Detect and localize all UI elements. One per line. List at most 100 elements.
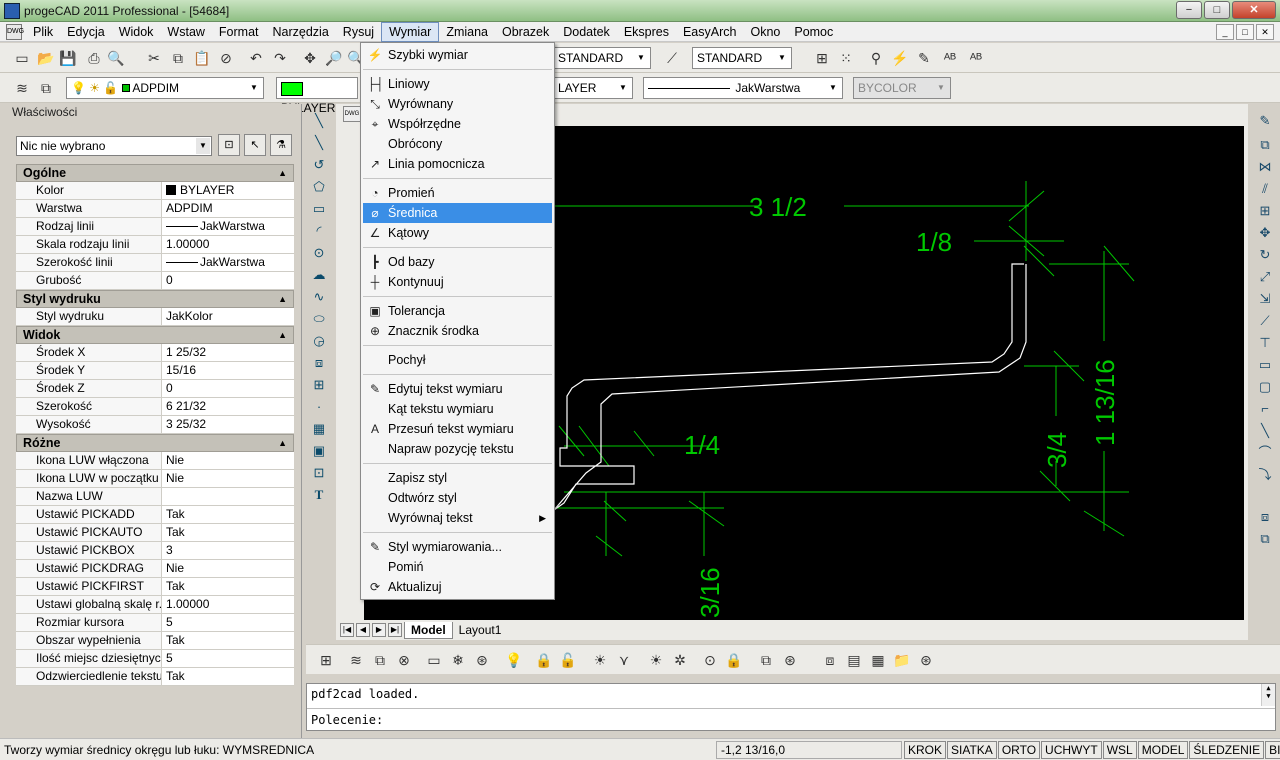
property-row[interactable]: Środek Y 15/16 <box>16 362 294 380</box>
menu-item-pomin[interactable]: Pomiń <box>363 557 552 577</box>
menu-item-srednica[interactable]: ⌀ Średnica <box>363 203 552 223</box>
open-file-icon[interactable]: 📂 <box>36 48 56 68</box>
region-icon[interactable]: ▣ <box>309 442 329 460</box>
property-value[interactable]: BYLAYER <box>162 182 294 199</box>
xref-icon[interactable]: ⧈ <box>820 650 840 670</box>
status-toggle-siatka[interactable]: SIATKA <box>947 741 997 759</box>
linetype-select[interactable]: LAYER ▼ <box>553 77 633 99</box>
property-row[interactable]: Ustawić PICKFIRST Tak <box>16 578 294 596</box>
drawing-doc-icon[interactable]: DWG <box>343 106 361 122</box>
image-icon[interactable]: ▤ <box>844 650 864 670</box>
menu-item-aktualizuj[interactable]: ⟳ Aktualizuj <box>363 577 552 597</box>
property-row[interactable]: Rozmiar kursora 5 <box>16 614 294 632</box>
move-icon[interactable]: ✥ <box>1255 224 1275 242</box>
doc-close-button[interactable]: ✕ <box>1256 24 1274 40</box>
property-row[interactable]: Ustawić PICKDRAG Nie <box>16 560 294 578</box>
selection-select[interactable]: Nic nie wybrano ▼ <box>16 136 212 156</box>
status-toggle-model[interactable]: MODEL <box>1137 741 1189 759</box>
menu-item-kontynuuj[interactable]: ┼ Kontynuuj <box>363 272 552 292</box>
property-value[interactable]: Nie <box>162 452 294 469</box>
insert-block-icon[interactable]: ⧈ <box>309 354 329 372</box>
menu-widok[interactable]: Widok <box>112 22 161 42</box>
document-icon[interactable]: DWG <box>6 24 24 40</box>
redo-icon[interactable]: ↷ <box>270 48 290 68</box>
menu-item-zapisz-styl[interactable]: Zapisz styl <box>363 468 552 488</box>
property-value[interactable]: 1.00000 <box>162 596 294 613</box>
lightning-icon[interactable]: ⚡ <box>890 48 910 68</box>
status-toggle-biegun[interactable]: BIEGUN <box>1265 741 1280 759</box>
arc-icon[interactable]: ◜ <box>309 222 329 240</box>
prev-tab-icon[interactable]: ◀ <box>356 623 370 637</box>
status-toggle-wsl[interactable]: WSL <box>1102 741 1137 759</box>
menu-pomoc[interactable]: Pomoc <box>787 22 840 42</box>
ellipse-arc-icon[interactable]: ◶ <box>309 332 329 350</box>
polyline-icon[interactable]: ↺ <box>309 156 329 174</box>
layer-unlock-icon[interactable]: 🔓 <box>558 650 578 670</box>
spline-icon[interactable]: ∿ <box>309 288 329 306</box>
collapse-icon[interactable]: ▲ <box>278 327 287 343</box>
menu-format[interactable]: Format <box>212 22 266 42</box>
cloud-icon[interactable]: ☁ <box>309 266 329 284</box>
property-row[interactable]: Rodzaj linii JakWarstwa <box>16 218 294 236</box>
collapse-icon[interactable]: ▲ <box>278 291 287 307</box>
extend-icon[interactable]: ▭ <box>1255 356 1275 374</box>
print-preview-icon[interactable]: 🔍 <box>106 48 126 68</box>
next-tab-icon[interactable]: ▶ <box>372 623 386 637</box>
dim-style-icon[interactable]: ⟋ <box>662 48 682 68</box>
property-row[interactable]: Odzwierciedlenie tekstu Tak <box>16 668 294 686</box>
erase-icon[interactable]: ✎ <box>1255 112 1275 130</box>
menu-item-wyrownany[interactable]: ⤡ Wyrównany <box>363 94 552 114</box>
property-row[interactable]: Wysokość 3 25/32 <box>16 416 294 434</box>
layer-merge-icon[interactable]: ⊛ <box>780 650 800 670</box>
tab-model[interactable]: Model <box>404 621 453 639</box>
property-value[interactable]: 5 <box>162 614 294 631</box>
layer-delete-icon[interactable]: ⧉ <box>756 650 776 670</box>
section-header[interactable]: Ogólne ▲ <box>16 164 294 182</box>
ray-icon[interactable]: ╲ <box>309 134 329 152</box>
property-value[interactable]: JakWarstwa <box>162 254 294 271</box>
trim-icon[interactable]: ⊤ <box>1255 334 1275 352</box>
layer-freeze-icon[interactable]: ❄ <box>448 650 468 670</box>
property-row[interactable]: Grubość 0 <box>16 272 294 290</box>
edit-polyline-icon[interactable]: ⤵ <box>1255 466 1275 484</box>
grid-icon[interactable]: ⁙ <box>836 48 856 68</box>
command-prompt[interactable]: Polecenie: <box>311 713 383 727</box>
lock-all-icon[interactable]: ⊙ <box>700 650 720 670</box>
property-row[interactable]: Szerokość linii JakWarstwa <box>16 254 294 272</box>
select-objects-icon[interactable]: ↖ <box>244 134 266 156</box>
property-row[interactable]: Szerokość 6 21/32 <box>16 398 294 416</box>
menu-item-styl-wymiarowania[interactable]: ✎ Styl wymiarowania... <box>363 537 552 557</box>
property-value[interactable]: 3 <box>162 542 294 559</box>
property-row[interactable]: Ikona LUW włączona Nie <box>16 452 294 470</box>
menu-item-katowy[interactable]: ∠ Kątowy <box>363 223 552 243</box>
menu-zmiana[interactable]: Zmiana <box>439 22 495 42</box>
menu-item-liniowy[interactable]: ├┤ Liniowy <box>363 74 552 94</box>
menu-item-szybki-wymiar[interactable]: ⚡ Szybki wymiar <box>363 45 552 65</box>
menu-item-tolerancja[interactable]: ▣ Tolerancja <box>363 301 552 321</box>
hatch-icon[interactable]: ▦ <box>309 420 329 438</box>
menu-okno[interactable]: Okno <box>743 22 787 42</box>
minimize-button[interactable]: − <box>1176 1 1202 19</box>
property-row[interactable]: Skala rodzaju linii 1.00000 <box>16 236 294 254</box>
property-value[interactable] <box>162 488 294 505</box>
point-icon[interactable]: · <box>309 398 329 416</box>
mirror-icon[interactable]: ⋈ <box>1255 158 1275 176</box>
property-row[interactable]: Warstwa ADPDIM <box>16 200 294 218</box>
menu-edycja[interactable]: Edycja <box>60 22 112 42</box>
property-value[interactable]: JakKolor <box>162 308 294 325</box>
property-row[interactable]: Styl wydruku JakKolor <box>16 308 294 326</box>
property-value[interactable]: ADPDIM <box>162 200 294 217</box>
all-on-icon[interactable]: ☀ <box>646 650 666 670</box>
thaw-all-icon[interactable]: ☀ <box>590 650 610 670</box>
menu-dodatek[interactable]: Dodatek <box>556 22 617 42</box>
maximize-button[interactable]: □ <box>1204 1 1230 19</box>
app-icon[interactable] <box>4 3 20 19</box>
menu-item-znacznik-srodka[interactable]: ⊕ Znacznik środka <box>363 321 552 341</box>
status-toggle-orto[interactable]: ORTO <box>997 741 1041 759</box>
object-props-icon[interactable]: ⧈ <box>1255 508 1275 526</box>
new-file-icon[interactable]: ▭ <box>12 48 32 68</box>
lineweight-select[interactable]: JakWarstwa ▼ <box>643 77 843 99</box>
copy-object-icon[interactable]: ⧉ <box>1255 136 1275 154</box>
property-row[interactable]: Ustawi globalną skalę r... 1.00000 <box>16 596 294 614</box>
folder-icon[interactable]: 📁 <box>892 650 912 670</box>
